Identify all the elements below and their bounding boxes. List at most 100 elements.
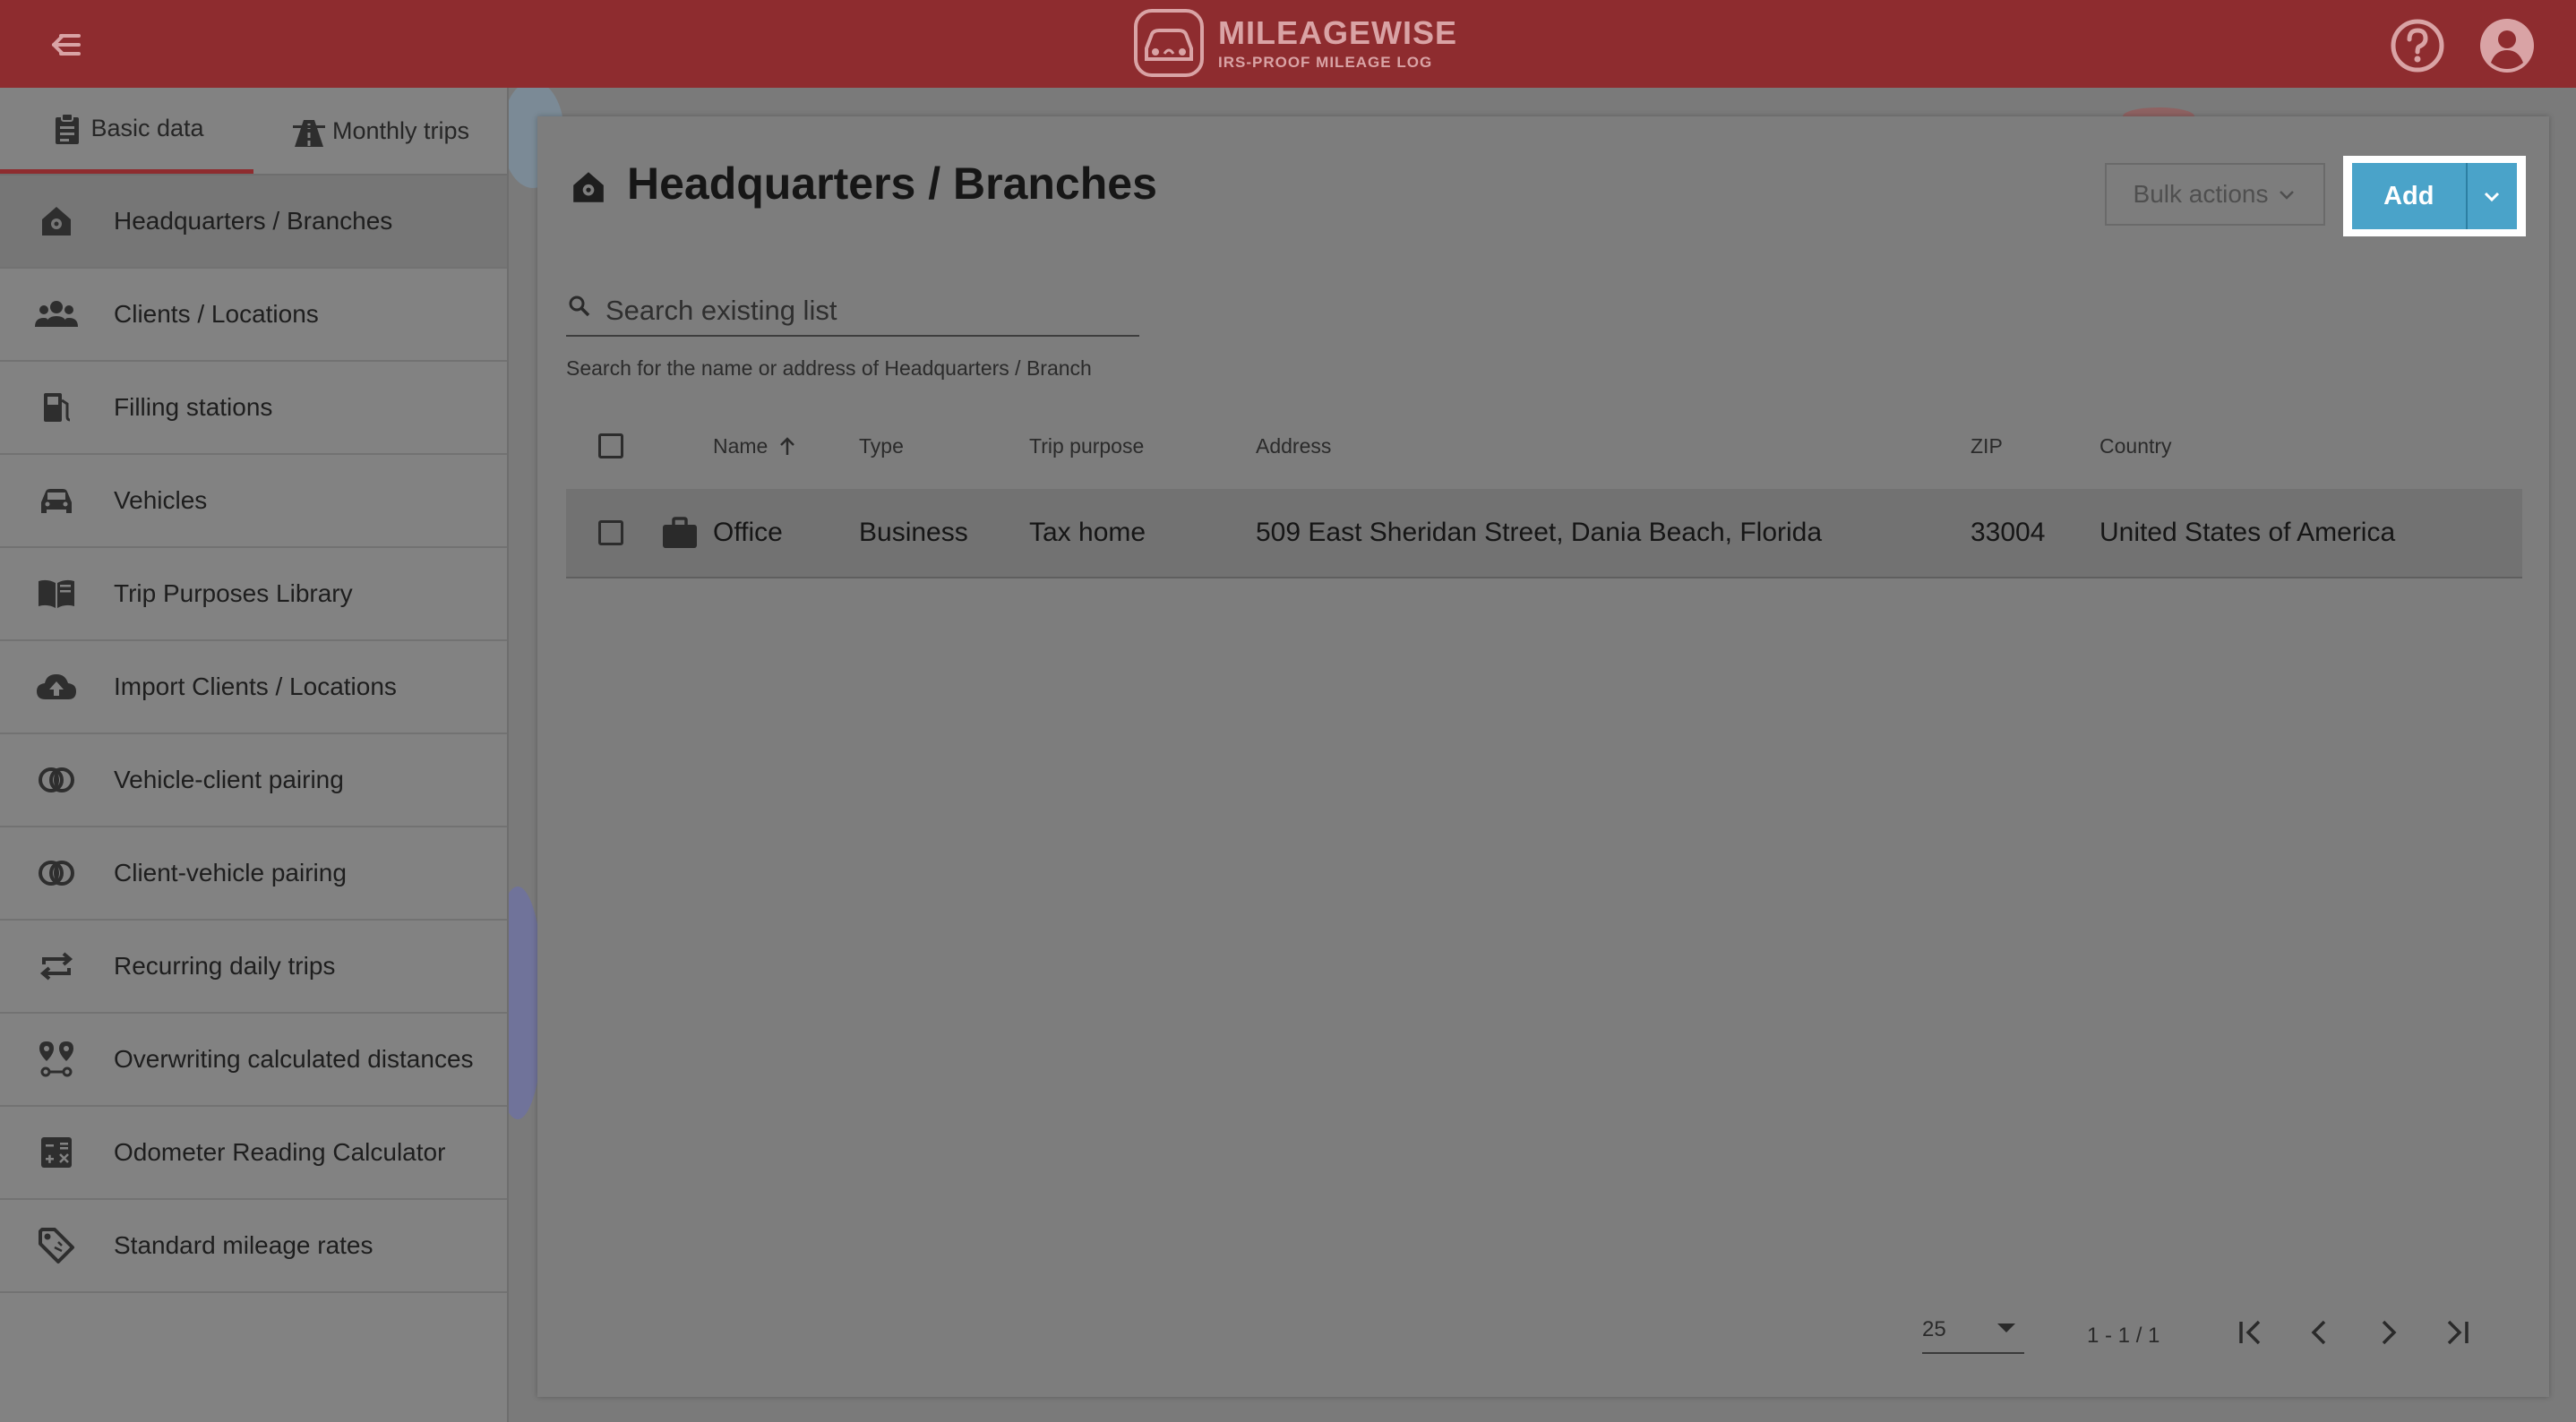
clipboard-icon [56,112,80,144]
book-icon [35,572,78,615]
cloud-upload-icon [35,665,78,708]
tab-monthly-trips-label: Monthly trips [331,116,470,144]
chevron-down-icon [2485,192,2500,202]
column-label: Type [859,433,904,458]
sidebar-item-headquarters-branches[interactable]: Headquarters / Branches [0,176,507,269]
sidebar-item-label: Headquarters / Branches [114,207,393,235]
add-button-group: Add [2343,156,2526,236]
tab-monthly-trips[interactable]: Monthly trips [253,88,507,174]
last-page-icon[interactable] [2434,1311,2477,1354]
cell-type: Business [859,518,968,547]
cell-zip: 33004 [1971,518,2046,547]
home-pin-icon [573,172,604,202]
brand-logo[interactable]: MILEAGEWISE IRS-PROOF MILEAGE LOG [1132,7,1457,79]
page-range-label: 1 - 1 / 1 [2087,1323,2160,1348]
calculator-icon [35,1131,78,1174]
row-checkbox-cell [598,489,623,577]
add-button[interactable]: Add [2352,163,2468,229]
tab-basic-data[interactable]: Basic data [0,88,253,174]
top-bar: MILEAGEWISE IRS-PROOF MILEAGE LOG [0,0,2576,88]
people-icon [35,293,78,336]
tab-basic-data-label: Basic data [90,115,204,141]
sidebar-item-vehicle-client-pairing[interactable]: Vehicle-client pairing [0,734,507,827]
brand-name: MILEAGEWISE [1218,13,1458,51]
search-field [566,287,1139,337]
sidebar-item-recurring-daily-trips[interactable]: Recurring daily trips [0,921,507,1014]
page-size-value: 25 [1922,1317,1946,1341]
sidebar-item-label: Odometer Reading Calculator [114,1138,446,1166]
column-header-country[interactable]: Country [2099,417,2172,475]
select-all-checkbox[interactable] [598,433,623,458]
sidebar-item-label: Standard mileage rates [114,1231,374,1259]
column-label: Name [713,433,769,458]
chevron-down-icon [2280,191,2295,200]
pairing-icon [35,758,78,801]
column-label: ZIP [1971,433,2003,458]
column-label: Address [1256,433,1332,458]
column-label: Country [2099,433,2172,458]
column-header-trip-purpose[interactable]: Trip purpose [1029,417,1144,475]
add-dropdown-button[interactable] [2467,163,2517,229]
sidebar-item-odometer-reading-calculator[interactable]: Odometer Reading Calculator [0,1107,507,1200]
cell-country: United States of America [2099,518,2396,547]
sidebar-item-label: Filling stations [114,393,273,421]
page-size-select[interactable]: 25 [1922,1307,2024,1354]
account-icon[interactable] [2479,18,2535,73]
bulk-actions-button[interactable]: Bulk actions [2105,163,2325,226]
sidebar-tabs: Basic data Monthly trips [0,88,507,176]
sidebar-item-overwriting-calculated-distances[interactable]: Overwriting calculated distances [0,1014,507,1107]
help-icon[interactable] [2390,18,2445,73]
column-header-name[interactable]: Name [713,417,798,475]
route-pins-icon [35,1038,78,1081]
main-card: Headquarters / Branches Bulk actions Add… [537,116,2549,1397]
page-title: Headquarters / Branches [627,158,1157,209]
next-page-icon[interactable] [2366,1311,2409,1354]
dropdown-arrow-icon [1997,1323,2015,1332]
sidebar-item-label: Vehicles [114,486,208,514]
sidebar-item-label: Clients / Locations [114,300,319,328]
sidebar-item-label: Trip Purposes Library [114,579,353,607]
collapse-menu-icon[interactable] [41,27,82,63]
road-icon [292,120,325,147]
column-label: Trip purpose [1029,433,1145,458]
sidebar-item-label: Import Clients / Locations [114,672,397,700]
sidebar-item-label: Client-vehicle pairing [114,859,347,887]
search-icon [569,296,590,317]
column-header-address[interactable]: Address [1256,417,1331,475]
tag-icon [35,1224,78,1267]
bulk-actions-label: Bulk actions [2133,180,2269,208]
cell-address: 509 East Sheridan Street, Dania Beach, F… [1256,518,1823,547]
repeat-icon [35,945,78,988]
sidebar-item-import-clients-locations[interactable]: Import Clients / Locations [0,641,507,734]
home-pin-icon [35,200,78,243]
sidebar-item-client-vehicle-pairing[interactable]: Client-vehicle pairing [0,827,507,921]
table-header: Name Type Trip purpose Address ZIP Count… [566,417,2522,475]
search-input[interactable] [604,294,1109,328]
cell-name: Office [713,518,783,547]
sidebar-item-label: Recurring daily trips [114,952,336,980]
column-header-zip[interactable]: ZIP [1971,417,2003,475]
cell-trip-purpose: Tax home [1029,518,1146,547]
car-logo-icon [1134,9,1204,77]
sidebar-item-trip-purposes-library[interactable]: Trip Purposes Library [0,548,507,641]
column-header-type[interactable]: Type [859,417,904,475]
sort-ascending-icon [780,437,795,455]
sidebar-item-standard-mileage-rates[interactable]: Standard mileage rates [0,1200,507,1293]
sidebar-item-label: Vehicle-client pairing [114,766,344,793]
search-hint: Search for the name or address of Headqu… [566,356,1092,380]
sidebar-item-label: Overwriting calculated distances [114,1045,474,1073]
previous-page-icon[interactable] [2298,1311,2341,1354]
car-icon [35,479,78,522]
briefcase-icon [661,489,699,577]
sidebar-item-vehicles[interactable]: Vehicles [0,455,507,548]
sidebar: Basic data Monthly trips Headquarters / … [0,88,509,1422]
brand-tagline: IRS-PROOF MILEAGE LOG [1218,53,1433,71]
fuel-pump-icon [35,386,78,429]
row-checkbox[interactable] [598,520,623,545]
pairing-icon [35,852,78,895]
select-all-checkbox-cell [598,417,623,475]
table-row[interactable]: Office Business Tax home 509 East Sherid… [566,489,2522,578]
sidebar-item-clients-locations[interactable]: Clients / Locations [0,269,507,362]
first-page-icon[interactable] [2230,1311,2273,1354]
sidebar-item-filling-stations[interactable]: Filling stations [0,362,507,455]
